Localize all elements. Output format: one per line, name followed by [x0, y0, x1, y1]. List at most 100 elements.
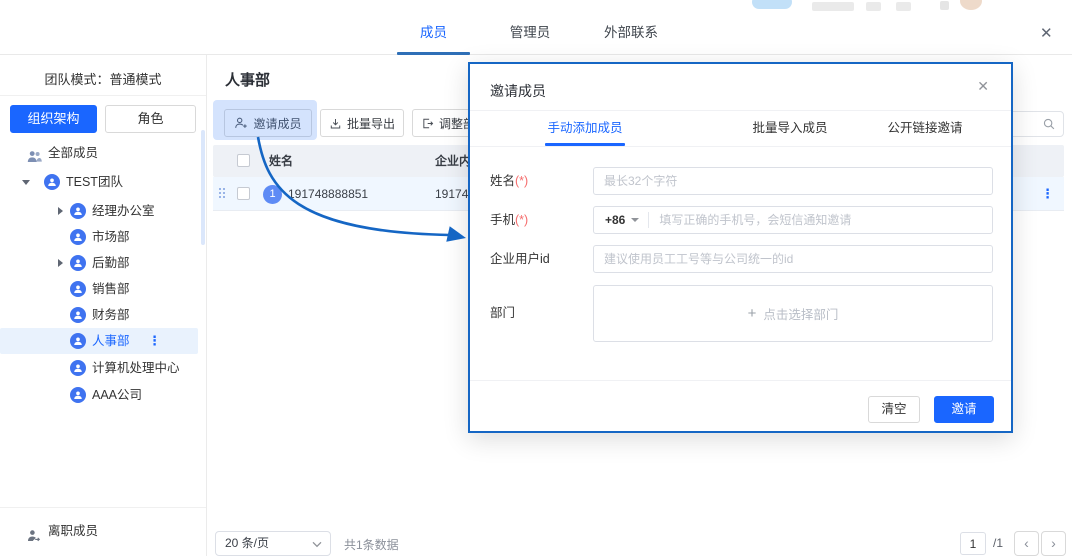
sidebar-item-computer-center[interactable]: 计算机处理中心	[0, 355, 198, 381]
select-all-checkbox[interactable]	[237, 154, 250, 167]
previous-page-button[interactable]: ‹	[1014, 531, 1039, 556]
tab-external-contacts[interactable]: 外部联系人	[598, 12, 664, 54]
department-field-label: 部门	[490, 299, 515, 327]
sidebar-item-all-members[interactable]: 全部成员	[0, 140, 198, 166]
sidebar-item-hr[interactable]: 人事部 ⋮	[0, 328, 198, 354]
invite-member-button[interactable]: 邀请成员	[224, 109, 312, 137]
page-number-input[interactable]	[960, 532, 986, 555]
invite-submit-button[interactable]: 邀请	[934, 396, 994, 423]
sidebar-item-label: 销售部	[92, 276, 130, 302]
required-mark: (*)	[515, 213, 528, 227]
divider	[0, 95, 206, 96]
divider	[470, 146, 1011, 147]
modal-tab-public-link[interactable]: 公开链接邀请	[880, 111, 970, 146]
sidebar-item-label: 计算机处理中心	[92, 355, 180, 381]
select-department-label: 点击选择部门	[763, 304, 838, 323]
remnant-gray-block	[812, 2, 854, 11]
userid-field[interactable]	[593, 245, 993, 273]
close-icon[interactable]: ✕	[1040, 26, 1053, 41]
sidebar-item-sales[interactable]: 销售部	[0, 276, 198, 302]
page-title: 人事部	[225, 69, 270, 90]
caret-down-icon[interactable]	[22, 180, 30, 185]
department-avatar-icon	[70, 387, 86, 403]
required-mark: (*)	[515, 174, 528, 188]
name-field[interactable]	[593, 167, 993, 195]
phone-field[interactable]	[649, 208, 992, 232]
divider	[470, 380, 1011, 381]
sidebar-item-label: 全部成员	[48, 140, 98, 166]
more-actions-icon[interactable]: ⋮	[148, 328, 161, 354]
org-structure-button[interactable]: 组织架构	[10, 105, 97, 133]
caret-right-icon[interactable]	[58, 259, 63, 267]
sidebar-item-marketing[interactable]: 市场部	[0, 224, 198, 250]
name-field-label: 姓名(*)	[490, 167, 528, 195]
remnant-gray-block	[896, 2, 911, 11]
divider	[0, 507, 206, 508]
dialog-tab-bar: 成员 管理员 外部联系人 ✕	[0, 12, 1072, 55]
sidebar-item-finance[interactable]: 财务部	[0, 302, 198, 328]
remnant-blue-pill	[752, 0, 792, 9]
next-page-button[interactable]: ›	[1041, 531, 1066, 556]
search-icon	[1042, 117, 1056, 131]
sidebar-item-manager-office[interactable]: 经理办公室	[0, 198, 198, 224]
batch-export-label: 批量导出	[347, 115, 395, 132]
select-department-button[interactable]: + 点击选择部门	[593, 285, 993, 342]
roles-button[interactable]: 角色	[105, 105, 196, 133]
sidebar: 团队模式：普通模式 组织架构 角色 全部成员 TEST团队 经理办公室	[0, 55, 207, 556]
userid-field-label: 企业用户id	[490, 245, 550, 273]
modal-close-icon[interactable]: ✕	[977, 79, 989, 93]
department-avatar-icon	[70, 281, 86, 297]
clear-button[interactable]: 清空	[868, 396, 920, 423]
sidebar-item-label: 市场部	[92, 224, 130, 250]
remnant-avatar	[960, 0, 982, 10]
page-root: 成员 管理员 外部联系人 ✕ 团队模式：普通模式 组织架构 角色 全部成员 TE…	[0, 0, 1072, 556]
phone-field-group: +86	[593, 206, 993, 234]
page-size-value: 20 条/页	[225, 536, 269, 550]
sidebar-item-label: 经理办公室	[92, 198, 155, 224]
sidebar-item-label: 财务部	[92, 302, 130, 328]
team-mode-label: 团队模式：普通模式	[0, 69, 206, 88]
department-avatar-icon	[70, 255, 86, 271]
member-name: 191748888851	[288, 177, 368, 211]
tab-admins[interactable]: 管理员	[505, 12, 555, 54]
modal-tab-manual-add[interactable]: 手动添加成员	[545, 111, 625, 146]
drag-handle-icon[interactable]	[219, 188, 227, 200]
department-avatar-icon	[70, 203, 86, 219]
sidebar-item-test-team[interactable]: TEST团队	[0, 169, 198, 195]
country-code-select[interactable]: +86	[594, 213, 631, 227]
invite-member-label: 邀请成员	[253, 115, 301, 132]
department-avatar-icon	[70, 333, 86, 349]
row-more-actions-icon[interactable]: ⋮	[1041, 177, 1054, 211]
sidebar-item-label: AAA公司	[92, 382, 142, 408]
sidebar-item-label: 离职成员	[48, 518, 98, 544]
sidebar-item-logistics[interactable]: 后勤部	[0, 250, 198, 276]
invite-member-modal: 邀请成员 ✕ 手动添加成员 批量导入成员 公开链接邀请 姓名(*) 手机(*) …	[468, 62, 1013, 433]
remnant-gray-block	[866, 2, 881, 11]
modal-tab-batch-import[interactable]: 批量导入成员	[745, 111, 835, 146]
move-out-icon	[421, 117, 434, 130]
chevron-down-icon	[312, 541, 322, 548]
sidebar-item-label: 后勤部	[92, 250, 130, 276]
departed-member-icon	[27, 525, 41, 551]
department-avatar-icon	[70, 360, 86, 376]
tab-members[interactable]: 成员	[397, 12, 470, 54]
modal-title: 邀请成员	[490, 81, 546, 101]
department-avatar-icon	[44, 174, 60, 190]
person-add-icon	[234, 116, 248, 130]
page-size-select[interactable]: 20 条/页	[215, 531, 331, 556]
row-checkbox[interactable]	[237, 187, 250, 200]
caret-right-icon[interactable]	[58, 207, 63, 215]
caret-down-icon[interactable]	[631, 218, 639, 222]
sidebar-item-label: 人事部	[92, 328, 130, 354]
phone-field-label: 手机(*)	[490, 206, 528, 234]
column-header-name: 姓名	[269, 145, 293, 177]
remnant-plus-icon	[940, 1, 949, 10]
department-avatar-icon	[70, 229, 86, 245]
sidebar-item-aaa-company[interactable]: AAA公司	[0, 382, 198, 408]
batch-export-button[interactable]: 批量导出	[320, 109, 404, 137]
sidebar-scrollbar[interactable]	[201, 130, 205, 245]
sidebar-item-label: TEST团队	[66, 169, 123, 195]
sidebar-item-departed-members[interactable]: 离职成员	[0, 518, 198, 544]
plus-icon: +	[748, 305, 757, 322]
download-icon	[329, 117, 342, 130]
